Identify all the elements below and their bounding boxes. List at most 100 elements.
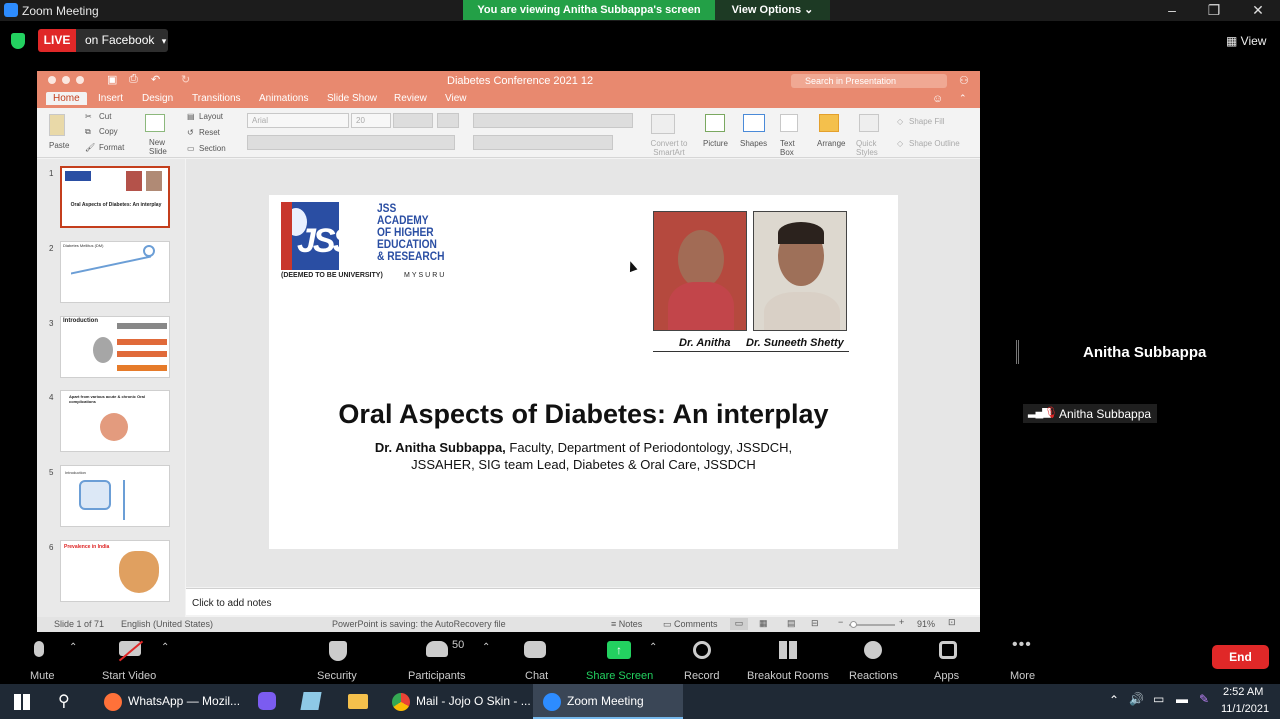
pen-icon[interactable]: ✎ [1199, 692, 1209, 706]
slide-sorter-icon[interactable]: ▦ [759, 618, 768, 629]
text-box-button[interactable]: Text Box [780, 139, 800, 157]
new-slide-icon[interactable] [145, 114, 165, 132]
zoom-out-icon[interactable]: − [838, 617, 843, 627]
cut-button[interactable]: Cut [99, 112, 111, 121]
tab-animations[interactable]: Animations [259, 93, 308, 104]
chevron-up-icon[interactable]: ⌃ [482, 642, 490, 653]
slide-thumbnail[interactable]: Introduction [60, 316, 170, 378]
collapse-ribbon-icon[interactable]: ⌃ [959, 93, 967, 104]
fit-to-window-icon[interactable]: ⊡ [948, 617, 956, 628]
shapes-button[interactable]: Shapes [740, 139, 767, 148]
end-meeting-button[interactable]: End [1212, 645, 1269, 669]
clock-date[interactable]: 11/1/2021 [1221, 703, 1269, 715]
zoom-level[interactable]: 91% [917, 619, 935, 629]
format-painter-icon[interactable]: 🖌 [85, 143, 95, 152]
section-button[interactable]: Section [199, 144, 226, 153]
taskbar-item-firefox[interactable]: WhatsApp — Mozil... [94, 684, 242, 719]
arrange-button[interactable]: Arrange [817, 139, 845, 148]
normal-view-icon[interactable]: ▭ [730, 618, 748, 630]
record-button[interactable]: Record [681, 632, 725, 684]
search-presentation-input[interactable]: Search in Presentation [791, 74, 947, 88]
quick-styles-button[interactable]: Quick Styles [856, 139, 886, 157]
slide-thumbnail[interactable]: Prevalence in India [60, 540, 170, 602]
smiley-icon[interactable]: ☺ [932, 93, 943, 105]
font-family-select[interactable]: Arial [247, 113, 349, 128]
reset-icon[interactable]: ↺ [187, 128, 194, 137]
save-icon[interactable]: ▣ [107, 73, 117, 86]
tab-insert[interactable]: Insert [98, 93, 123, 104]
view-button[interactable]: ▦ View [1226, 34, 1266, 48]
paste-label[interactable]: Paste [49, 141, 69, 150]
app-icon[interactable] [300, 692, 322, 710]
shapes-icon[interactable] [743, 114, 765, 132]
slideshow-icon[interactable]: ⊟ [811, 618, 819, 629]
shape-fill-icon[interactable]: ◇ [897, 117, 903, 126]
tray-chevron-up-icon[interactable]: ⌃ [1109, 693, 1119, 707]
taskbar-item-zoom[interactable]: Zoom Meeting [533, 684, 683, 719]
mute-button[interactable]: Mute [16, 632, 70, 684]
slide-thumbnail[interactable]: Oral Aspects of Diabetes: An interplay [60, 166, 170, 228]
taskbar-item-mail[interactable]: Mail - Jojo O Skin - ... [384, 684, 532, 719]
slide-thumbnail[interactable]: Introduction [60, 465, 170, 527]
list-buttons[interactable] [473, 113, 633, 128]
arrange-icon[interactable] [819, 114, 839, 132]
encryption-shield-icon[interactable] [11, 33, 25, 49]
undo-icon[interactable]: ↶ [151, 73, 160, 86]
reset-button[interactable]: Reset [199, 128, 220, 137]
paste-icon[interactable] [49, 114, 65, 136]
new-slide-label[interactable]: New Slide [149, 138, 179, 156]
format-button[interactable]: Format [99, 143, 124, 152]
clock-time[interactable]: 2:52 AM [1223, 686, 1263, 698]
reactions-button[interactable]: Reactions [847, 632, 901, 684]
chevron-up-icon[interactable]: ⌃ [161, 642, 169, 653]
share-person-icon[interactable]: ⚇ [959, 74, 969, 87]
cut-icon[interactable]: ✂ [85, 112, 92, 121]
reading-view-icon[interactable]: ▤ [787, 618, 796, 629]
traffic-light-icon[interactable] [48, 76, 56, 84]
chevron-up-icon[interactable]: ⌃ [69, 642, 77, 653]
quick-styles-icon[interactable] [859, 114, 879, 132]
traffic-light-icon[interactable] [76, 76, 84, 84]
notes-button[interactable]: ≡ Notes [611, 619, 642, 629]
search-icon[interactable]: ⚲ [58, 691, 70, 711]
minimize-icon[interactable]: – [1162, 2, 1182, 18]
slide-thumbnail[interactable]: Diabetes Mellitus (DM) [60, 241, 170, 303]
share-screen-button[interactable]: ↑ Share Screen [584, 632, 653, 684]
tab-review[interactable]: Review [394, 93, 427, 104]
current-slide[interactable]: JSS JSS ACADEMY OF HIGHER EDUCATION & RE… [269, 195, 898, 549]
shape-fill-button[interactable]: Shape Fill [909, 117, 945, 126]
font-size-grow-shrink[interactable] [393, 113, 433, 128]
slide-thumbnail[interactable]: Apart from various acute & chronic Oral … [60, 390, 170, 452]
chevron-up-icon[interactable]: ⌃ [649, 642, 657, 653]
start-video-button[interactable]: Start Video [98, 632, 162, 684]
participants-button[interactable]: 50 Participants [400, 632, 476, 684]
language-status[interactable]: English (United States) [121, 619, 213, 629]
view-options-button[interactable]: View Options ⌄ [715, 0, 830, 20]
live-platform-dropdown[interactable]: on Facebook ▾ [76, 29, 168, 52]
windows-start-icon[interactable] [14, 694, 30, 710]
tab-view[interactable]: View [445, 93, 467, 104]
picture-button[interactable]: Picture [703, 139, 728, 148]
section-icon[interactable]: ▭ [187, 144, 195, 153]
file-explorer-icon[interactable] [348, 694, 368, 709]
copy-button[interactable]: Copy [99, 127, 118, 136]
battery-icon[interactable]: ▬ [1176, 692, 1188, 706]
slide-thumbnails-panel[interactable]: 1 Oral Aspects of Diabetes: An interplay… [37, 159, 185, 617]
traffic-light-icon[interactable] [62, 76, 70, 84]
print-icon[interactable]: ⎙ [129, 73, 138, 86]
text-box-icon[interactable] [780, 114, 798, 132]
tab-home[interactable]: Home [46, 92, 87, 105]
clear-format-button[interactable] [437, 113, 459, 128]
close-icon[interactable]: ✕ [1248, 2, 1268, 19]
layout-icon[interactable]: ▤ [187, 112, 195, 121]
apps-button[interactable]: Apps [930, 632, 968, 684]
more-button[interactable]: ••• More [1004, 632, 1044, 684]
app-icon[interactable] [258, 692, 276, 710]
font-size-select[interactable]: 20 [351, 113, 391, 128]
copy-icon[interactable]: ⧉ [85, 127, 91, 137]
tab-transitions[interactable]: Transitions [192, 93, 241, 104]
alignment-buttons[interactable] [473, 135, 613, 150]
zoom-in-icon[interactable]: + [899, 617, 904, 627]
tab-slide-show[interactable]: Slide Show [327, 93, 377, 104]
panel-resize-handle[interactable] [1016, 340, 1019, 364]
